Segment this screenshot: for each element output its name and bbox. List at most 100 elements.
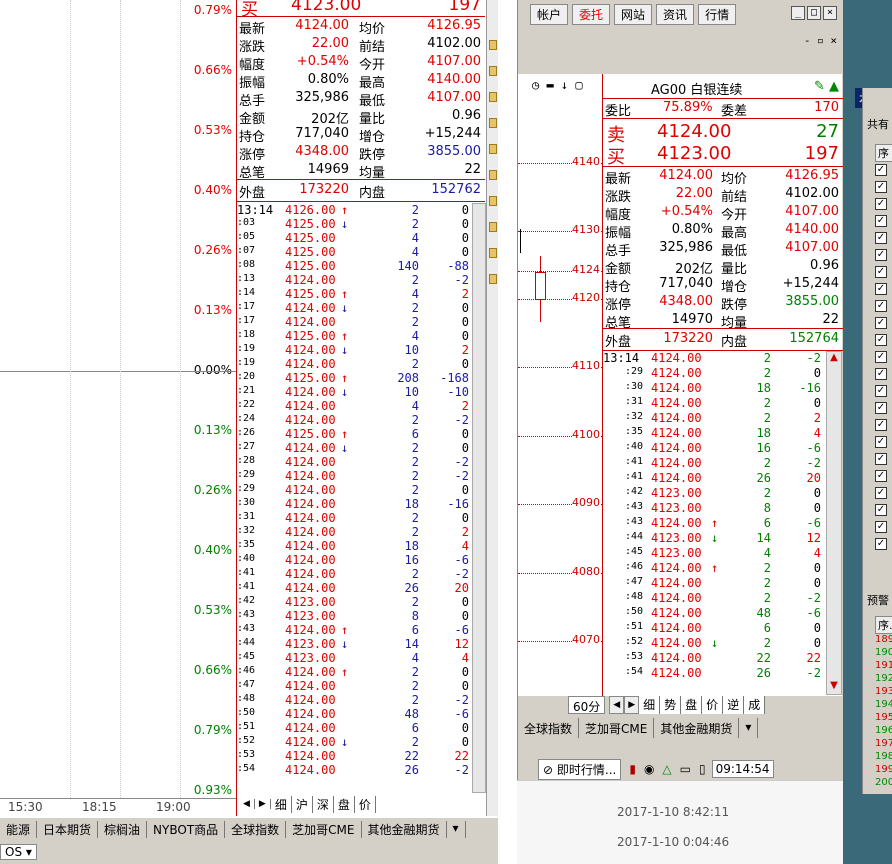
right-kline-chart[interactable]: 4140 4130 4124 4120 4110 4100 4090 4080 4070 ◷ ▬ …	[518, 74, 602, 696]
left-panel-tab[interactable]: 价	[355, 795, 376, 813]
next-arrow-icon[interactable]: ▶	[255, 799, 271, 809]
folder-icon[interactable]	[489, 92, 497, 102]
menu-item[interactable]: 委托	[572, 3, 611, 25]
row-checkbox[interactable]: ✓	[875, 164, 887, 176]
restore-icon[interactable]: - ▫ ×	[804, 34, 837, 47]
market-tab[interactable]: 芝加哥CME	[579, 718, 655, 738]
market-tab[interactable]: 日本期货	[37, 821, 99, 838]
row-checkbox[interactable]: ✓	[875, 198, 887, 210]
left-panel-tab[interactable]: 盘	[334, 795, 355, 813]
quote-row: 总手 325,986 最低 4107.00	[239, 90, 481, 109]
pct-label: 0.53%	[193, 123, 232, 137]
row-checkbox[interactable]: ✓	[875, 266, 887, 278]
tick-row: :41 4124.00 26 20	[625, 471, 821, 485]
alert-icon[interactable]: △	[662, 762, 671, 776]
tick-scrollbar[interactable]	[472, 203, 486, 793]
tick-row: :46 4124.00 ↑ 2 0	[237, 665, 469, 679]
folder-icon[interactable]	[489, 144, 497, 154]
tick-row: :08 4125.00 140 -88	[237, 259, 469, 273]
folder-icon[interactable]	[489, 66, 497, 76]
alert-row-number: 200	[875, 777, 892, 788]
right-panel-tab[interactable]: 成	[744, 696, 766, 714]
market-tab[interactable]: 能源	[0, 821, 38, 838]
right-status-bar: ⊘ 即时行情... ▮ ◉ △ ▭ ▯ 09:14:54	[518, 758, 844, 780]
row-checkbox[interactable]: ✓	[875, 215, 887, 227]
quote-row: 金额 202亿 量比 0.96	[605, 258, 839, 277]
row-checkbox[interactable]: ✓	[875, 470, 887, 482]
globe-icon[interactable]: ◉	[644, 762, 654, 776]
row-checkbox[interactable]: ✓	[875, 419, 887, 431]
chart-tool-icons[interactable]: ◷ ▬ ↓ ▢	[532, 78, 583, 92]
right-panel-tab[interactable]: 细	[639, 696, 661, 714]
folder-icon[interactable]	[489, 118, 497, 128]
row-checkbox[interactable]: ✓	[875, 351, 887, 363]
tick-row: :45 4123.00 4 4	[625, 546, 821, 560]
right-panel-tab[interactable]: 盘	[681, 696, 703, 714]
market-tab[interactable]: 芝加哥CME	[286, 821, 362, 838]
row-checkbox[interactable]: ✓	[875, 181, 887, 193]
folder-icon[interactable]	[489, 196, 497, 206]
left-panel-tab[interactable]: 细	[271, 795, 292, 813]
right-panel-tab[interactable]: 势	[660, 696, 682, 714]
minimize-icon[interactable]: _	[791, 6, 805, 20]
row-checkbox[interactable]: ✓	[875, 487, 887, 499]
row-checkbox[interactable]: ✓	[875, 521, 887, 533]
folder-icon[interactable]	[489, 274, 497, 284]
chevron-down-icon[interactable]: ▾	[447, 821, 466, 838]
menu-item[interactable]: 帐户	[530, 3, 569, 25]
scroll-up-icon[interactable]: ▲	[827, 352, 841, 366]
row-checkbox[interactable]: ✓	[875, 402, 887, 414]
market-tab[interactable]: NYBOT商品	[147, 821, 226, 838]
tick-row: :35 4124.00 18 4	[237, 539, 469, 553]
row-checkbox[interactable]: ✓	[875, 232, 887, 244]
title-icons[interactable]: ✎ ▲	[814, 79, 839, 94]
next-arrow-icon[interactable]: ▶	[624, 696, 640, 714]
realtime-quote-button[interactable]: ⊘ 即时行情...	[538, 758, 622, 780]
left-panel-tab[interactable]: 深	[313, 795, 334, 813]
market-tab[interactable]: 棕榈油	[98, 821, 148, 838]
price-label: 4090	[572, 496, 600, 509]
tick-row: :51 4124.00 6 0	[237, 721, 469, 735]
row-checkbox[interactable]: ✓	[875, 334, 887, 346]
db-icon[interactable]: ▮	[629, 762, 636, 776]
maximize-icon[interactable]: □	[807, 6, 821, 20]
close-icon[interactable]: ×	[823, 6, 837, 20]
period-label[interactable]: 60分	[568, 696, 606, 714]
row-checkbox[interactable]: ✓	[875, 368, 887, 380]
folder-icon[interactable]	[489, 170, 497, 180]
left-scroll-strip[interactable]	[486, 0, 498, 816]
folder-icon[interactable]	[489, 248, 497, 258]
right-panel-tab[interactable]: 价	[702, 696, 724, 714]
row-checkbox[interactable]: ✓	[875, 300, 887, 312]
market-tab[interactable]: 全球指数	[225, 821, 287, 838]
market-tab[interactable]: 全球指数	[518, 718, 580, 738]
row-checkbox[interactable]: ✓	[875, 283, 887, 295]
prev-arrow-icon[interactable]: ◀	[239, 799, 255, 809]
row-checkbox[interactable]: ✓	[875, 317, 887, 329]
row-checkbox[interactable]: ✓	[875, 453, 887, 465]
folder-icon[interactable]	[489, 222, 497, 232]
scroll-down-icon[interactable]: ▼	[827, 680, 841, 694]
buy-row: 买 4123.00 197	[607, 143, 839, 168]
note-icon[interactable]: ▭	[680, 762, 691, 776]
prev-arrow-icon[interactable]: ◀	[609, 696, 625, 714]
right-panel-tab[interactable]: 逆	[723, 696, 745, 714]
row-checkbox[interactable]: ✓	[875, 504, 887, 516]
chevron-down-icon[interactable]: ▾	[739, 718, 759, 738]
row-checkbox[interactable]: ✓	[875, 249, 887, 261]
row-checkbox[interactable]: ✓	[875, 385, 887, 397]
menu-item[interactable]: 行情	[698, 3, 737, 25]
os-dropdown[interactable]: OS ▾	[0, 844, 37, 860]
menu-item[interactable]: 网站	[614, 3, 653, 25]
market-tab[interactable]: 其他金融期货	[362, 821, 447, 838]
folder-icon[interactable]	[489, 40, 497, 50]
left-panel-tab[interactable]: 沪	[292, 795, 313, 813]
tick-row: :42 4123.00 2 0	[625, 486, 821, 500]
row-checkbox[interactable]: ✓	[875, 436, 887, 448]
tick-scrollbar[interactable]: ▲ ▼	[826, 351, 842, 695]
row-checkbox[interactable]: ✓	[875, 538, 887, 550]
doc-icon[interactable]: ▯	[699, 762, 706, 776]
market-tab[interactable]: 其他金融期货	[654, 718, 740, 738]
left-time-chart[interactable]: 0.79% 0.66% 0.53% 0.40% 0.26% 0.13% 0.00% 0.13%…	[0, 0, 236, 798]
menu-item[interactable]: 资讯	[656, 3, 695, 25]
